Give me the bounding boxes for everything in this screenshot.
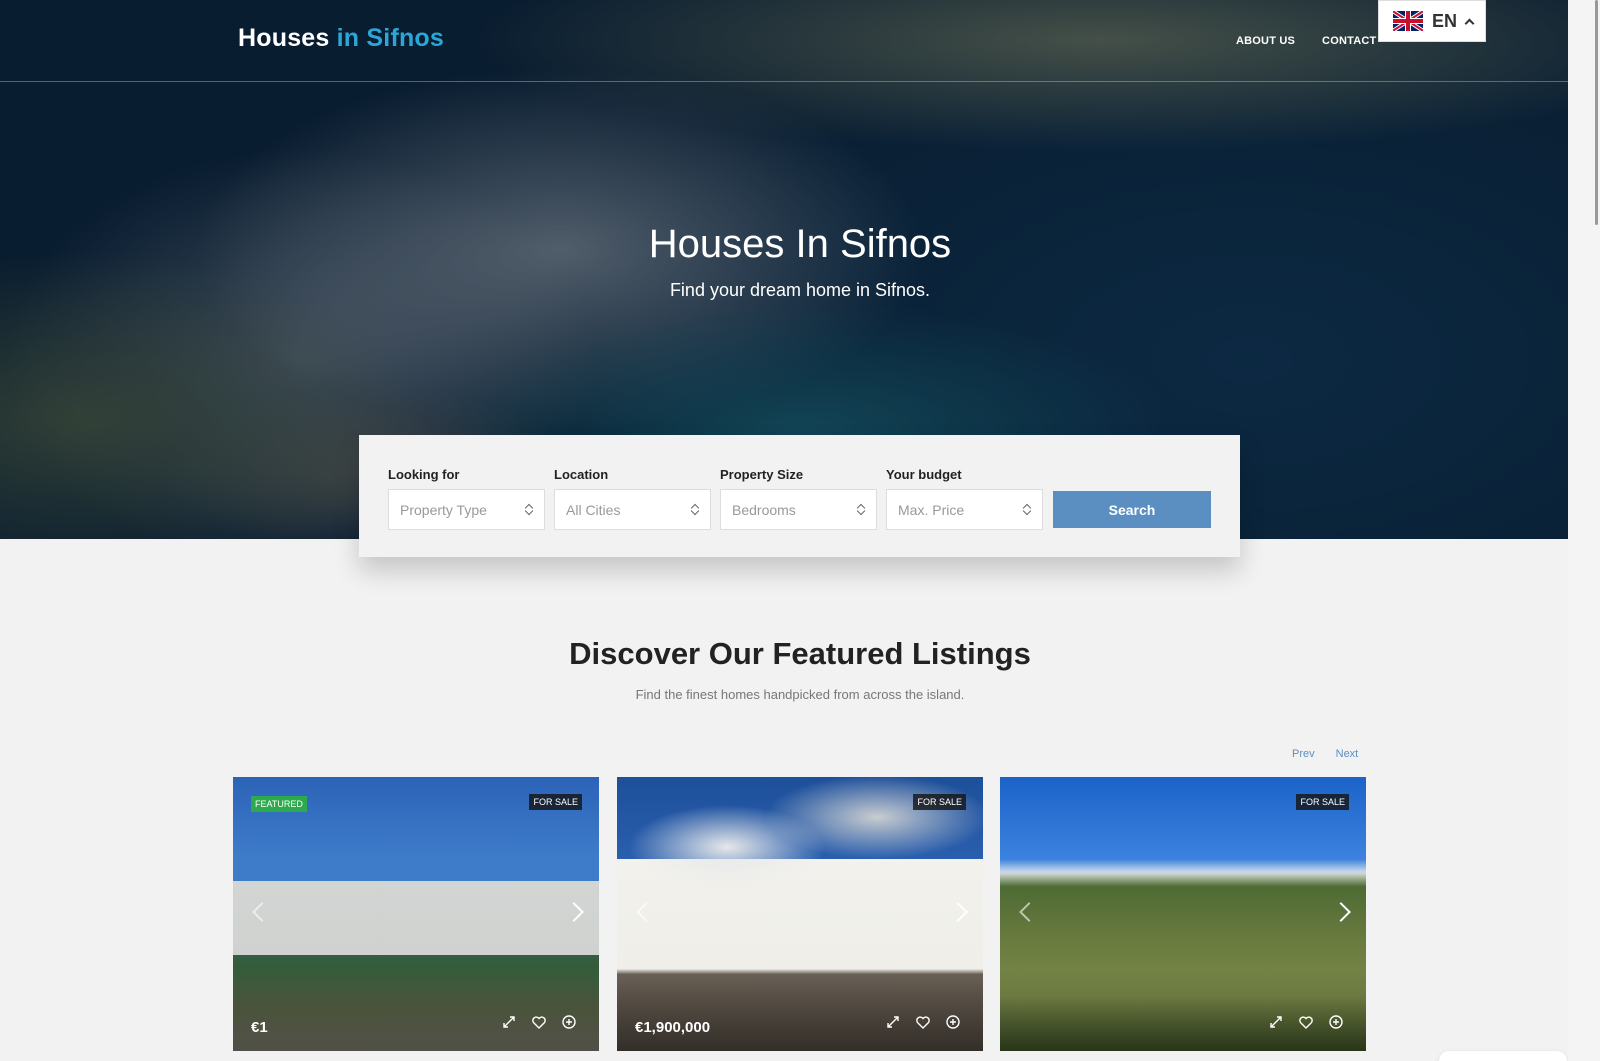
listing-actions: [501, 1014, 577, 1030]
listing-card[interactable]: FOR SALE: [1000, 777, 1366, 1051]
nav-about-us[interactable]: ABOUT US: [1236, 35, 1295, 47]
listing-card[interactable]: FEATURED FOR SALE €1: [233, 777, 599, 1051]
search-button[interactable]: Search: [1053, 491, 1211, 528]
max-price-value: Max. Price: [898, 501, 965, 518]
location-field: Location All Cities: [554, 467, 711, 530]
location-value: All Cities: [566, 501, 621, 518]
bedrooms-select[interactable]: Bedrooms: [720, 489, 877, 530]
listing-actions: [1268, 1014, 1344, 1030]
site-logo[interactable]: Houses in Sifnos: [238, 24, 444, 53]
heart-icon[interactable]: [915, 1014, 931, 1030]
select-arrows-icon: [857, 504, 865, 515]
budget-field: Your budget Max. Price: [886, 467, 1043, 530]
chevron-up-icon: [1464, 18, 1475, 28]
heart-icon[interactable]: [531, 1014, 547, 1030]
uk-flag-icon: [1393, 11, 1423, 31]
featured-section-subtitle: Find the finest homes handpicked from ac…: [635, 687, 965, 702]
max-price-select[interactable]: Max. Price: [886, 489, 1043, 530]
prev-button[interactable]: Prev: [1292, 748, 1315, 760]
compare-plus-icon[interactable]: [945, 1014, 961, 1030]
listing-card[interactable]: FOR SALE €1,900,000: [617, 777, 983, 1051]
main-nav: ABOUT US CONTACT: [1236, 35, 1376, 47]
looking-for-field: Looking for Property Type: [388, 467, 545, 530]
logo-text-main: Houses: [238, 24, 337, 52]
heart-icon[interactable]: [1298, 1014, 1314, 1030]
for-sale-badge: FOR SALE: [529, 794, 582, 810]
property-size-field: Property Size Bedrooms: [720, 467, 877, 530]
site-header: Houses in Sifnos ABOUT US CONTACT EN: [0, 0, 1568, 82]
featured-section-title: Discover Our Featured Listings: [569, 636, 1031, 671]
hero-subtitle: Find your dream home in Sifnos.: [669, 280, 931, 300]
nav-contact[interactable]: CONTACT: [1322, 35, 1376, 47]
listing-price: €1: [251, 1019, 268, 1036]
scrollbar-thumb[interactable]: [1595, 0, 1598, 225]
expand-icon[interactable]: [1268, 1014, 1284, 1030]
listings-pager: Prev Next: [1292, 748, 1358, 760]
for-sale-badge: FOR SALE: [913, 794, 966, 810]
page-scrollbar[interactable]: [1568, 0, 1600, 1061]
property-type-value: Property Type: [400, 501, 487, 518]
compare-plus-icon[interactable]: [1328, 1014, 1344, 1030]
compare-plus-icon[interactable]: [561, 1014, 577, 1030]
for-sale-badge: FOR SALE: [1296, 794, 1349, 810]
listing-actions: [885, 1014, 961, 1030]
property-search-form: Looking for Property Type Location All C…: [359, 435, 1240, 557]
next-button[interactable]: Next: [1336, 748, 1359, 760]
hero-title: Houses In Sifnos: [648, 222, 952, 266]
select-arrows-icon: [1023, 504, 1031, 515]
location-select[interactable]: All Cities: [554, 489, 711, 530]
location-label: Location: [554, 467, 609, 482]
expand-icon[interactable]: [885, 1014, 901, 1030]
looking-for-label: Looking for: [388, 467, 460, 482]
language-switcher[interactable]: EN: [1378, 0, 1486, 42]
property-type-select[interactable]: Property Type: [388, 489, 545, 530]
bedrooms-value: Bedrooms: [732, 501, 796, 518]
expand-icon[interactable]: [501, 1014, 517, 1030]
listing-price: €1,900,000: [635, 1019, 711, 1036]
featured-badge: FEATURED: [251, 796, 307, 812]
select-arrows-icon: [525, 504, 533, 515]
budget-label: Your budget: [886, 467, 962, 482]
logo-text-accent: in Sifnos: [336, 24, 445, 52]
select-arrows-icon: [691, 504, 699, 515]
chat-widget-button[interactable]: [1439, 1051, 1567, 1061]
language-code: EN: [1432, 10, 1458, 31]
property-size-label: Property Size: [720, 467, 804, 482]
